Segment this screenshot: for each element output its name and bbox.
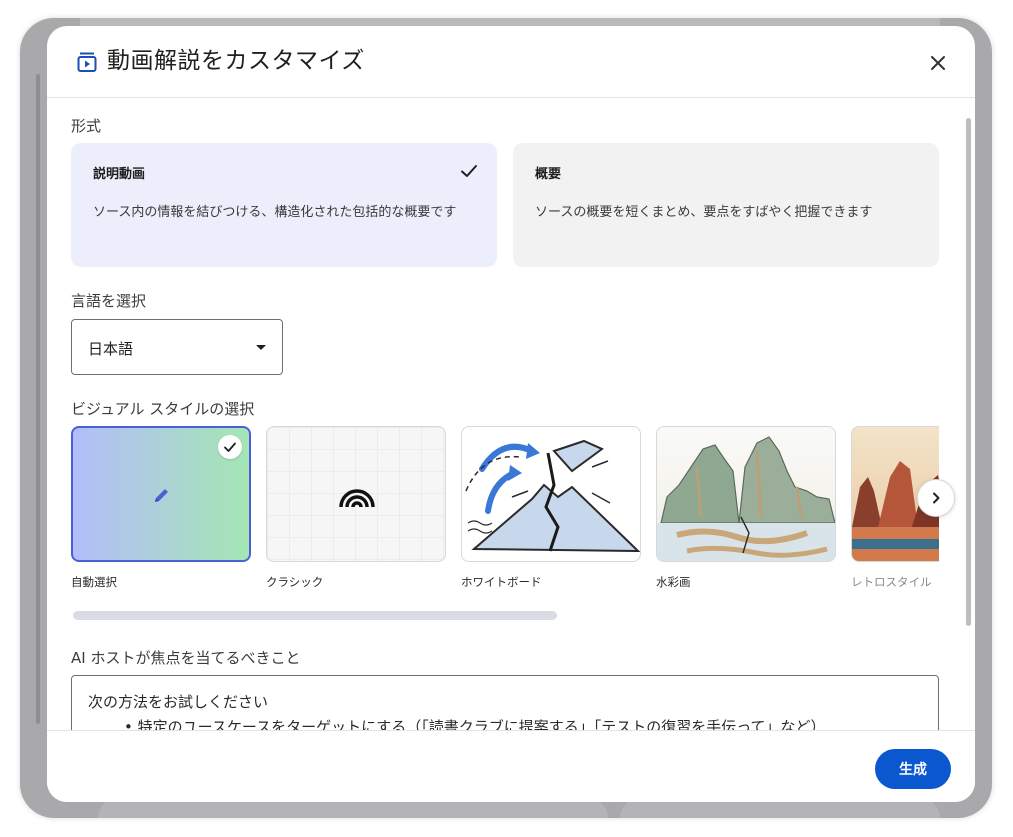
backdrop-scrollbar (36, 74, 40, 724)
style-thumb-classic[interactable] (266, 426, 446, 562)
close-button[interactable] (923, 48, 953, 78)
format-option-title: 説明動画 (93, 167, 146, 182)
pencil-icon (155, 489, 168, 502)
format-option-description: ソース内の情報を結びつける、構造化された包括的な概要です (93, 205, 457, 220)
dialog-footer: 生成 (47, 730, 975, 802)
carousel-next-button[interactable] (917, 479, 955, 517)
language-select-value: 日本語 (88, 340, 134, 358)
dialog-body: 形式 説明動画 ソース内の情報を結びつける、構造化された包括的な概要です 概要 … (47, 99, 975, 730)
style-thumb-watercolor[interactable] (656, 426, 836, 562)
style-option-label: レトロスタイル (851, 575, 932, 589)
watercolor-landscape-image (657, 436, 835, 561)
style-option-label: クラシック (266, 575, 324, 589)
format-label: 形式 (71, 117, 102, 135)
close-icon (931, 56, 945, 70)
format-option-title: 概要 (535, 167, 562, 182)
dialog-scrollbar[interactable] (966, 118, 971, 626)
language-select[interactable]: 日本語 (71, 319, 283, 375)
style-option-label: ホワイトボード (461, 575, 542, 589)
customize-video-dialog: 動画解説をカスタマイズ 形式 説明動画 ソース内の情報を結びつける、構造化された… (47, 26, 975, 802)
visual-style-carousel: 自動選択 クラシック ホワイトボード 水彩画 レトロスタイル (71, 426, 939, 596)
check-icon (224, 442, 236, 452)
style-thumb-whiteboard[interactable] (461, 426, 641, 562)
style-option-auto[interactable]: 自動選択 (71, 426, 251, 590)
focus-placeholder-bullet: • 特定のユースケースをターゲットにする（「読書クラブに提案する」「テストの復習… (124, 718, 826, 730)
focus-placeholder-intro: 次の方法をお試しください (88, 693, 269, 711)
carousel-scrollbar[interactable] (73, 611, 557, 620)
focus-label: AI ホストが焦点を当てるべきこと (71, 649, 301, 667)
rainbow-icon (339, 489, 375, 508)
style-option-whiteboard[interactable]: ホワイトボード (461, 426, 641, 590)
style-option-classic[interactable]: クラシック (266, 426, 446, 590)
format-option-description: ソースの概要を短くまとめ、要点をすばやく把握できます (535, 205, 873, 220)
check-icon (461, 165, 477, 177)
video-overview-icon (77, 52, 97, 72)
dialog-title: 動画解説をカスタマイズ (107, 48, 365, 74)
dialog-header: 動画解説をカスタマイズ (47, 26, 975, 98)
caret-down-icon (256, 345, 266, 350)
style-thumb-auto[interactable] (71, 426, 251, 562)
volcano-sketch-image (465, 439, 640, 553)
selected-check-badge (218, 435, 242, 459)
generate-button[interactable]: 生成 (875, 749, 951, 789)
format-option-brief[interactable]: 概要 ソースの概要を短くまとめ、要点をすばやく把握できます (513, 143, 939, 267)
visual-style-label: ビジュアル スタイルの選択 (71, 400, 255, 418)
format-option-explainer[interactable]: 説明動画 ソース内の情報を結びつける、構造化された包括的な概要です (71, 143, 497, 267)
language-label: 言語を選択 (71, 292, 147, 310)
style-option-label: 水彩画 (656, 575, 691, 589)
chevron-right-icon (933, 492, 940, 504)
style-option-watercolor[interactable]: 水彩画 (656, 426, 836, 590)
focus-textarea[interactable]: 次の方法をお試しください • 特定のユースケースをターゲットにする（「読書クラブ… (71, 675, 939, 730)
style-option-label: 自動選択 (71, 575, 117, 589)
